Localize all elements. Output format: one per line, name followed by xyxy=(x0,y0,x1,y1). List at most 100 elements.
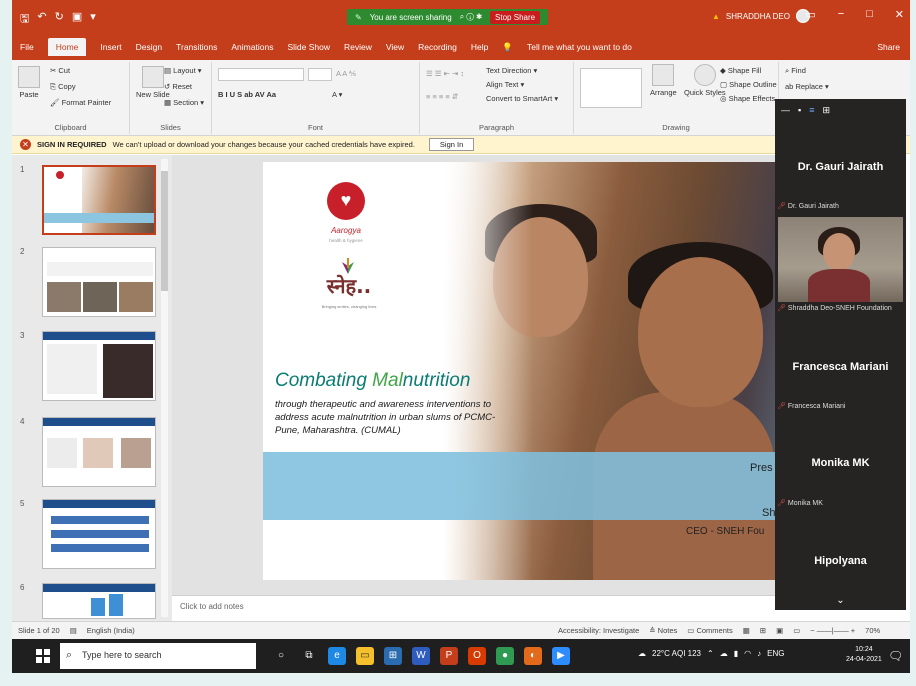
taskbar-clock[interactable]: 10:24 24-04-2021 xyxy=(846,645,882,665)
slideshow-view-icon[interactable]: ▭ xyxy=(793,626,800,635)
firefox-icon[interactable]: ◐ xyxy=(524,647,542,665)
spell-check-icon[interactable]: ▤ xyxy=(70,626,77,635)
minimize-icon[interactable]: − xyxy=(838,8,844,21)
accessibility-status[interactable]: Accessibility: Investigate xyxy=(558,626,639,635)
scrollbar-thumb[interactable] xyxy=(161,171,168,291)
volume-icon[interactable]: ♪ xyxy=(757,649,761,658)
tab-slide-show[interactable]: Slide Show xyxy=(287,42,330,52)
font-name-field[interactable] xyxy=(218,68,304,81)
redo-icon[interactable]: ↻ xyxy=(55,10,64,29)
tray-overflow-icon[interactable]: ⌃ xyxy=(707,649,714,658)
file-explorer-icon[interactable]: ▭ xyxy=(356,647,374,665)
view-list-icon[interactable]: ≡ xyxy=(809,105,814,116)
zoom-slider[interactable]: − ——|—— + xyxy=(810,626,855,635)
arrange-button[interactable]: Arrange xyxy=(650,64,677,97)
font-format-buttons[interactable]: B I U S ab AV Aa xyxy=(218,90,276,99)
sneh-logo-text: स्नेह.. xyxy=(326,274,372,298)
windows-start-icon[interactable] xyxy=(36,649,50,663)
wifi-icon[interactable]: ◠ xyxy=(744,649,751,658)
start-slideshow-icon[interactable]: ▣ xyxy=(72,10,82,29)
undo-icon[interactable]: ↶ xyxy=(37,10,46,29)
tell-me-search[interactable]: Tell me what you want to do xyxy=(527,42,632,52)
battery-icon[interactable]: ▮ xyxy=(734,649,738,658)
font-color-button[interactable]: A ▾ xyxy=(332,90,342,99)
task-view-icon[interactable]: ⧉ xyxy=(300,647,318,665)
zoom-app-icon[interactable]: ▶ xyxy=(552,647,570,665)
normal-view-icon[interactable]: ▦ xyxy=(743,626,750,635)
replace-button[interactable]: ab Replace ▾ xyxy=(785,82,829,91)
list-buttons[interactable]: ☰ ☰ ⇤ ⇥ ↕ xyxy=(426,69,464,78)
text-direction-button[interactable]: Text Direction ▾ xyxy=(486,66,537,75)
shape-effects-button[interactable]: ◎ Shape Effects xyxy=(720,94,775,103)
comments-toggle[interactable]: ▭ Comments xyxy=(687,626,732,635)
participant-label: 🎤︎ Dr. Gauri Jairath xyxy=(777,203,839,210)
tab-view[interactable]: View xyxy=(386,42,404,52)
current-slide[interactable]: Aarogya health & hygiene स्नेह.. Bringin… xyxy=(263,162,775,580)
tab-home[interactable]: Home xyxy=(47,38,87,56)
zoom-level[interactable]: 70% xyxy=(865,626,880,635)
section-button[interactable]: ▦ Section ▾ xyxy=(164,98,204,107)
font-size-field[interactable] xyxy=(308,68,332,81)
paste-button[interactable]: Paste xyxy=(18,66,40,99)
tab-animations[interactable]: Animations xyxy=(231,42,273,52)
tab-transitions[interactable]: Transitions xyxy=(176,42,217,52)
font-size-controls[interactable]: A A ⅍ xyxy=(336,69,356,78)
powerpoint-icon[interactable]: P xyxy=(440,647,458,665)
notifications-icon[interactable]: 🗨 xyxy=(888,649,903,663)
tab-file[interactable]: File xyxy=(20,42,34,52)
sign-in-button[interactable]: Sign In xyxy=(428,138,475,151)
ribbon-display-icon[interactable]: ▭ xyxy=(805,8,815,21)
notes-pane[interactable]: Click to add notes xyxy=(172,595,775,621)
tab-recording[interactable]: Recording xyxy=(418,42,457,52)
taskbar-search-input[interactable]: ⌕ Type here to search xyxy=(60,643,256,669)
title-bar: 🖫 ↶ ↻ ▣ ▾ ✎ You are screen sharing ⌕ ⓘ ✱… xyxy=(12,0,910,34)
share-controls-icon[interactable]: ⌕ ⓘ ✱ xyxy=(460,12,482,22)
close-icon[interactable]: ✕ xyxy=(895,8,904,21)
tab-review[interactable]: Review xyxy=(344,42,372,52)
reset-button[interactable]: ↺ Reset xyxy=(164,82,192,91)
shape-outline-button[interactable]: ▢ Shape Outline xyxy=(720,80,777,89)
cut-button[interactable]: ✂ Cut xyxy=(50,66,70,75)
tab-help[interactable]: Help xyxy=(471,42,488,52)
shapes-gallery[interactable] xyxy=(580,68,642,108)
word-icon[interactable]: W xyxy=(412,647,430,665)
language-indicator[interactable]: English (India) xyxy=(87,626,135,635)
align-text-button[interactable]: Align Text ▾ xyxy=(486,80,524,89)
weather-icon[interactable]: ☁ xyxy=(638,649,646,658)
pin-icon[interactable]: ✎ xyxy=(355,13,362,22)
store-icon[interactable]: ⊞ xyxy=(384,647,402,665)
grid-view-icon[interactable]: ⊞ xyxy=(822,105,830,116)
shape-fill-button[interactable]: ◆ Shape Fill xyxy=(720,66,761,75)
restore-panel-icon[interactable]: ▪ xyxy=(798,105,801,116)
thumbnails-scrollbar[interactable] xyxy=(161,159,168,617)
maximize-icon[interactable]: □ xyxy=(866,8,873,21)
tab-design[interactable]: Design xyxy=(136,42,162,52)
weather-text[interactable]: 22°C AQI 123 xyxy=(652,649,701,658)
chrome-icon[interactable]: ● xyxy=(496,647,514,665)
format-painter-button[interactable]: 🖌 Format Painter xyxy=(50,98,111,107)
save-icon[interactable]: 🖫 xyxy=(20,10,29,29)
cortana-icon[interactable]: ○ xyxy=(272,647,290,665)
convert-smartart-button[interactable]: Convert to SmartArt ▾ xyxy=(486,94,558,103)
align-buttons[interactable]: ≡ ≡ ≡ ≡ ⇵ xyxy=(426,92,458,101)
office-icon[interactable]: O xyxy=(468,647,486,665)
slide-sorter-icon[interactable]: ⊞ xyxy=(760,626,766,635)
reading-view-icon[interactable]: ▣ xyxy=(776,626,783,635)
chevron-down-icon[interactable]: ⌄ xyxy=(775,595,906,606)
copy-button[interactable]: ⎘ Copy xyxy=(50,82,76,92)
customize-qat-icon[interactable]: ▾ xyxy=(90,10,96,29)
share-button[interactable]: Share xyxy=(877,42,900,52)
cloud-icon[interactable]: ☁ xyxy=(720,649,728,658)
minimize-panel-icon[interactable]: — xyxy=(781,105,790,116)
language-indicator[interactable]: ENG xyxy=(767,649,784,658)
stop-share-button[interactable]: Stop Share xyxy=(490,10,541,24)
thumbnail-number: 1 xyxy=(20,165,25,174)
edge-icon[interactable]: e xyxy=(328,647,346,665)
layout-button[interactable]: ▤ Layout ▾ xyxy=(164,66,202,75)
user-name[interactable]: SHRADDHA DEO xyxy=(726,12,790,21)
tab-insert[interactable]: Insert xyxy=(100,42,121,52)
participant-tile-name: Francesca Mariani xyxy=(792,361,889,373)
mic-off-icon: 🎤︎ xyxy=(777,500,786,507)
notes-toggle[interactable]: ≙ Notes xyxy=(649,626,677,635)
find-button[interactable]: ⌕ Find xyxy=(785,66,806,76)
